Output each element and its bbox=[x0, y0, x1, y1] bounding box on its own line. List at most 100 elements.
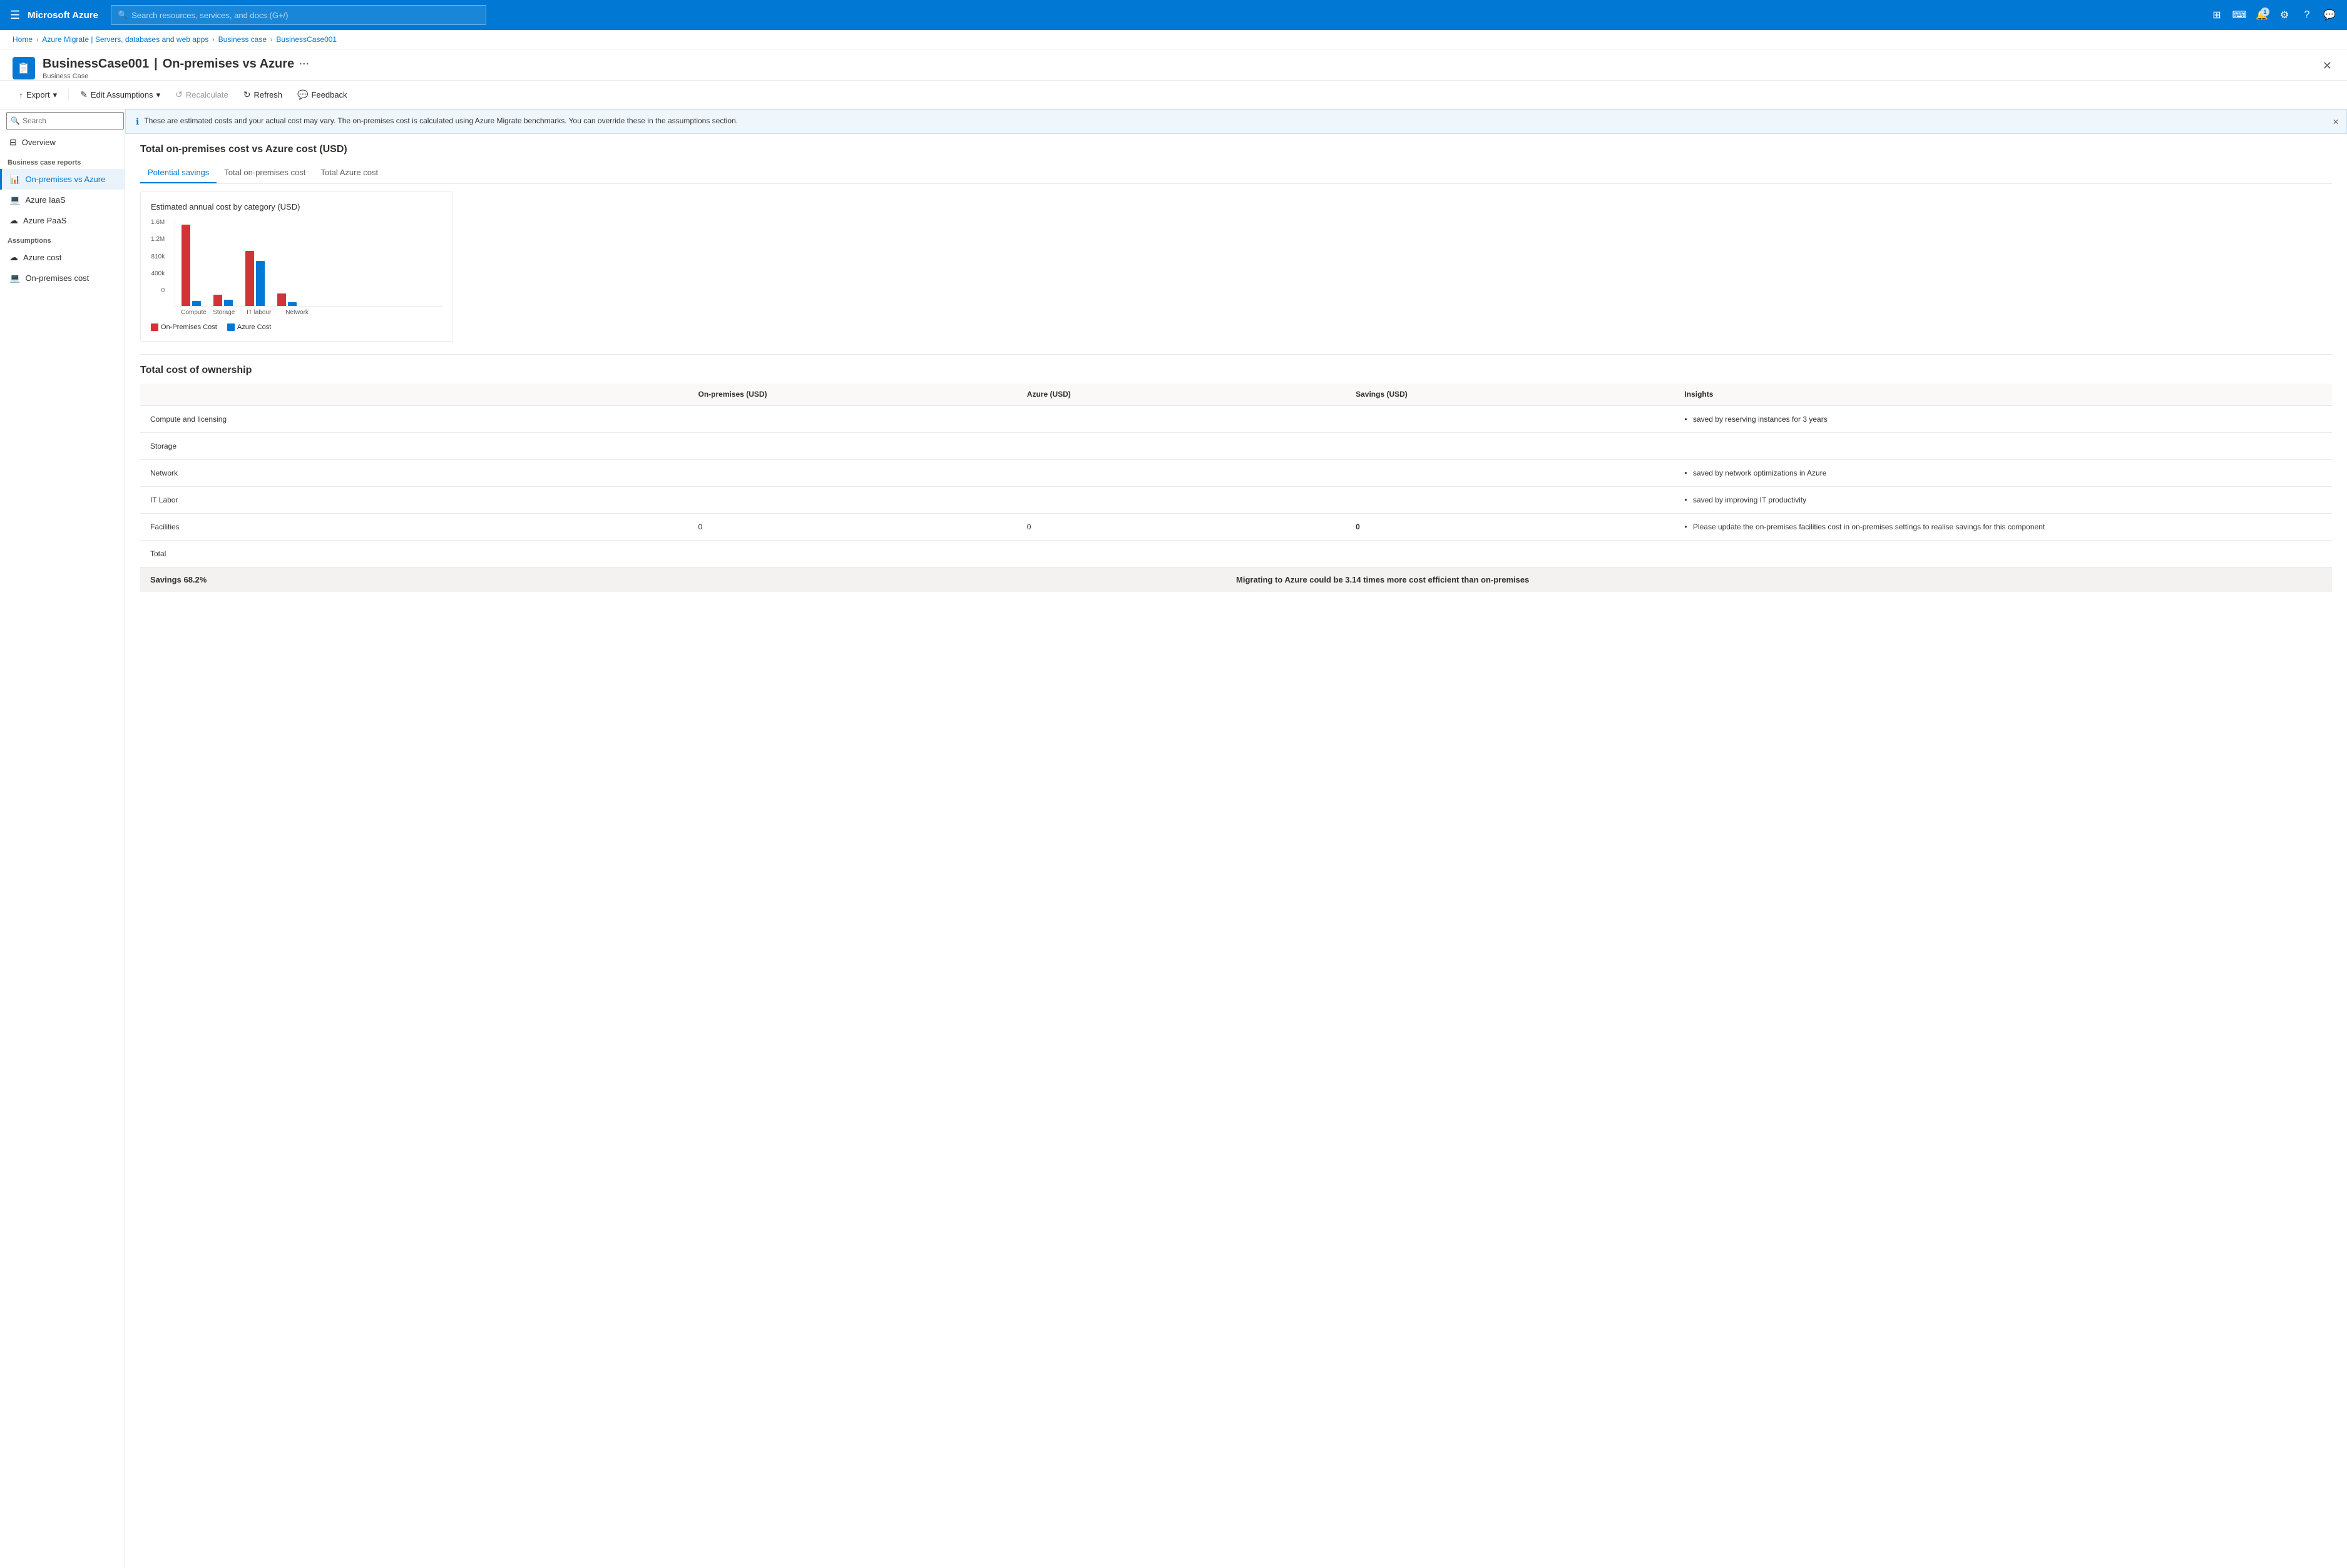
bar-group-it-labour bbox=[245, 251, 265, 306]
chart-y-axis: 1.6M 1.2M 810k 400k 0 bbox=[151, 219, 165, 307]
savings-percentage: Savings 68.2% bbox=[150, 575, 1236, 584]
tco-azure-facilities: 0 bbox=[1017, 514, 1346, 541]
sidebar-overview-label: Overview bbox=[22, 138, 56, 147]
bar-label-network: Network bbox=[285, 309, 305, 316]
feedback-nav-icon[interactable]: 💬 bbox=[2319, 5, 2339, 25]
main-content: ℹ These are estimated costs and your act… bbox=[125, 109, 2347, 1568]
network-on-prem-bar bbox=[277, 293, 286, 306]
export-dropdown-icon: ▾ bbox=[53, 90, 58, 100]
it-labour-on-prem-bar bbox=[245, 251, 254, 306]
sidebar-azure-iaas-label: Azure IaaS bbox=[25, 195, 65, 205]
tco-savings-compute bbox=[1346, 405, 1674, 433]
tco-on-prem-facilities: 0 bbox=[688, 514, 1017, 541]
notification-badge: 1 bbox=[2261, 8, 2269, 16]
sidebar-on-premises-cost-label: On-premises cost bbox=[25, 273, 89, 283]
hamburger-menu[interactable]: ☰ bbox=[8, 6, 23, 24]
info-banner-text: These are estimated costs and your actua… bbox=[144, 116, 738, 125]
refresh-icon: ↻ bbox=[243, 89, 251, 100]
cloud-shell-icon[interactable]: ⌨ bbox=[2229, 5, 2249, 25]
sidebar-azure-paas-label: Azure PaaS bbox=[23, 216, 66, 225]
azure-paas-icon: ☁ bbox=[9, 215, 18, 226]
close-button[interactable]: ✕ bbox=[2320, 57, 2334, 75]
info-icon: ℹ bbox=[136, 116, 139, 127]
tco-azure-compute bbox=[1017, 405, 1346, 433]
top-nav: ☰ Microsoft Azure 🔍 ⊞ ⌨ 🔔 1 ⚙ ? 💬 bbox=[0, 0, 2347, 30]
sidebar-item-azure-cost[interactable]: ☁ Azure cost bbox=[0, 247, 125, 268]
tco-th-category bbox=[140, 384, 688, 405]
compute-azure-bar bbox=[192, 301, 201, 306]
tco-on-prem-it-labor bbox=[688, 487, 1017, 514]
sidebar-item-azure-iaas[interactable]: 💻 Azure IaaS bbox=[0, 190, 125, 210]
tco-insights-compute: • saved by reserving instances for 3 yea… bbox=[1674, 405, 2332, 433]
notifications-icon[interactable]: 🔔 1 bbox=[2252, 5, 2272, 25]
page-more-button[interactable]: ··· bbox=[299, 59, 309, 70]
export-button[interactable]: ↑ Export ▾ bbox=[13, 86, 63, 104]
refresh-button[interactable]: ↻ Refresh bbox=[237, 86, 289, 104]
azure-iaas-icon: 💻 bbox=[9, 195, 20, 205]
main-section: Total on-premises cost vs Azure cost (US… bbox=[125, 134, 2347, 354]
y-label-5: 0 bbox=[161, 287, 165, 294]
feedback-icon: 💬 bbox=[297, 89, 308, 100]
y-label-2: 1.2M bbox=[151, 236, 165, 243]
help-icon[interactable]: ? bbox=[2297, 5, 2317, 25]
tab-total-azure-cost[interactable]: Total Azure cost bbox=[313, 163, 386, 183]
sidebar-item-azure-paas[interactable]: ☁ Azure PaaS bbox=[0, 210, 125, 231]
top-nav-icons: ⊞ ⌨ 🔔 1 ⚙ ? 💬 bbox=[2207, 5, 2339, 25]
tco-insights-network: • saved by network optimizations in Azur… bbox=[1674, 460, 2332, 487]
y-label-3: 810k bbox=[151, 253, 165, 260]
tco-azure-network bbox=[1017, 460, 1346, 487]
legend-azure-color bbox=[227, 323, 235, 331]
page-subtitle: Business Case bbox=[43, 73, 309, 80]
overview-icon: ⊟ bbox=[9, 137, 17, 148]
tco-savings-it-labor bbox=[1346, 487, 1674, 514]
tco-on-prem-network bbox=[688, 460, 1017, 487]
export-icon: ↑ bbox=[19, 90, 23, 100]
tab-potential-savings[interactable]: Potential savings bbox=[140, 163, 217, 183]
tco-insights-storage bbox=[1674, 433, 2332, 460]
bar-label-it-labour: IT labour bbox=[245, 309, 273, 316]
page-icon: 📋 bbox=[13, 57, 35, 79]
on-premises-vs-azure-icon: 📊 bbox=[9, 174, 20, 185]
y-label-4: 400k bbox=[151, 270, 165, 277]
tco-savings-network bbox=[1346, 460, 1674, 487]
global-search-box[interactable]: 🔍 bbox=[111, 5, 486, 25]
recalculate-button[interactable]: ↺ Recalculate bbox=[169, 86, 235, 104]
feedback-button[interactable]: 💬 Feedback bbox=[291, 86, 354, 104]
tco-azure-it-labor bbox=[1017, 487, 1346, 514]
toolbar: ↑ Export ▾ ✎ Edit Assumptions ▾ ↺ Recalc… bbox=[0, 81, 2347, 109]
bar-label-storage: Storage bbox=[213, 309, 232, 316]
recalculate-icon: ↺ bbox=[175, 89, 183, 100]
breadcrumb-azure-migrate[interactable]: Azure Migrate | Servers, databases and w… bbox=[42, 35, 208, 44]
breadcrumb-home[interactable]: Home bbox=[13, 35, 33, 44]
tco-category-network: Network bbox=[140, 460, 688, 487]
main-layout: 🔍 ‹‹ ⊟ Overview Business case reports 📊 … bbox=[0, 109, 2347, 1568]
sidebar-search-wrap[interactable]: 🔍 bbox=[6, 112, 124, 130]
breadcrumb-sep-2: › bbox=[212, 36, 214, 43]
close-banner-button[interactable]: ✕ bbox=[2333, 118, 2339, 126]
tab-total-on-premises-cost[interactable]: Total on-premises cost bbox=[217, 163, 313, 183]
settings-icon[interactable]: ⚙ bbox=[2274, 5, 2294, 25]
efficiency-label: Migrating to Azure could be 3.14 times m… bbox=[1236, 575, 2322, 584]
sidebar-item-on-premises-vs-azure[interactable]: 📊 On-premises vs Azure bbox=[0, 169, 125, 190]
page-header: 📋 BusinessCase001 | On-premises vs Azure… bbox=[0, 49, 2347, 81]
page-title-sep: | bbox=[154, 57, 158, 71]
tco-th-azure: Azure (USD) bbox=[1017, 384, 1346, 405]
table-row: Facilities 0 0 0 • Please update the on-… bbox=[140, 514, 2332, 541]
tco-on-prem-storage bbox=[688, 433, 1017, 460]
breadcrumb-sep-1: › bbox=[36, 36, 38, 43]
global-search-input[interactable] bbox=[131, 11, 479, 20]
tco-section-title: Total cost of ownership bbox=[140, 365, 2332, 376]
portal-icon[interactable]: ⊞ bbox=[2207, 5, 2227, 25]
bars-row bbox=[175, 219, 442, 307]
tco-category-total: Total bbox=[140, 541, 688, 568]
sidebar-search-input[interactable] bbox=[23, 116, 120, 125]
tco-on-prem-total bbox=[688, 541, 1017, 568]
tco-azure-total bbox=[1017, 541, 1346, 568]
edit-assumptions-button[interactable]: ✎ Edit Assumptions ▾ bbox=[74, 86, 166, 104]
sidebar-item-on-premises-cost[interactable]: 💻 On-premises cost bbox=[0, 268, 125, 288]
bullet-icon: • bbox=[1684, 496, 1687, 504]
breadcrumb-business-case[interactable]: Business case bbox=[218, 35, 267, 44]
sidebar-item-overview[interactable]: ⊟ Overview bbox=[0, 132, 125, 153]
table-row: Total bbox=[140, 541, 2332, 568]
page-title: BusinessCase001 | On-premises vs Azure ·… bbox=[43, 57, 309, 71]
